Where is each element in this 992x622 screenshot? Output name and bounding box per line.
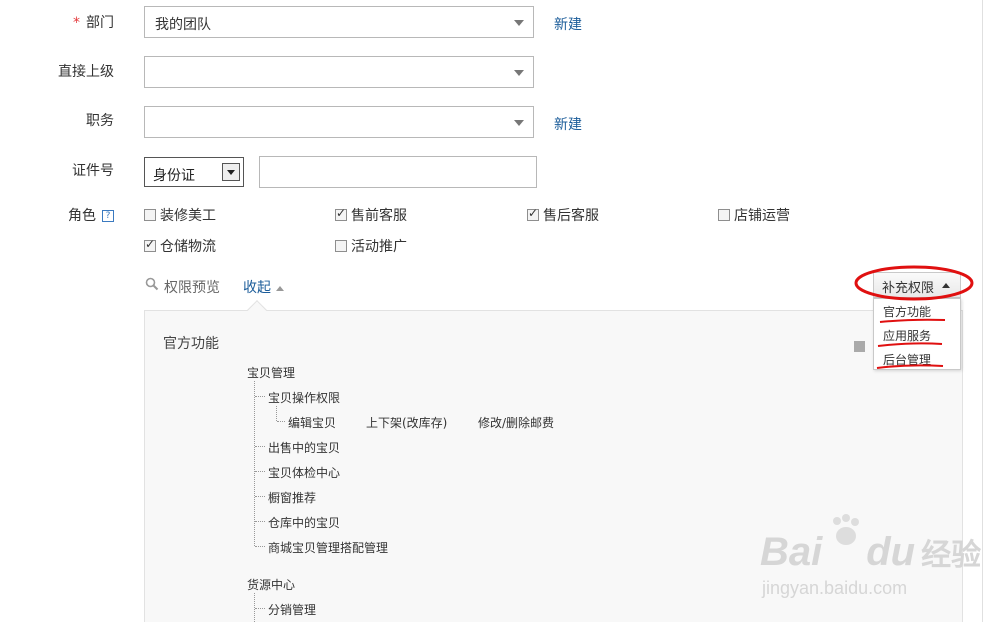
- chevron-down-icon: [514, 70, 524, 76]
- role-checkbox[interactable]: 店铺运营: [718, 205, 790, 225]
- position-select[interactable]: [144, 106, 534, 138]
- checkbox-checked-icon[interactable]: [335, 206, 347, 221]
- new-department-link[interactable]: 新建: [554, 14, 582, 34]
- position-label: 职务: [86, 113, 114, 129]
- tree-line: [255, 471, 265, 472]
- section-title: 官方功能: [163, 336, 219, 352]
- checkbox-checked-icon[interactable]: [144, 237, 156, 252]
- tree-line: [255, 446, 265, 447]
- role-checkbox[interactable]: 仓储物流: [144, 236, 216, 256]
- tree-line: [255, 521, 265, 522]
- collapse-link[interactable]: 收起: [243, 277, 284, 297]
- tree-item: 仓库中的宝贝: [268, 516, 341, 530]
- tree-line: [277, 421, 285, 422]
- role-checkbox[interactable]: 活动推广: [335, 236, 407, 256]
- superior-select[interactable]: [144, 56, 534, 88]
- help-icon[interactable]: ?: [102, 210, 114, 222]
- tree-line: [255, 496, 265, 497]
- tree-group: 货源中心: [247, 578, 296, 592]
- tree-item: 出售中的宝贝: [268, 441, 341, 455]
- tree-leaf: 上下架(改库存): [366, 416, 448, 430]
- id-type-value: 身份证: [153, 168, 195, 184]
- department-value: 我的团队: [155, 17, 211, 33]
- chevron-up-icon: [276, 285, 284, 291]
- department-select[interactable]: 我的团队: [144, 6, 534, 38]
- role-checkbox[interactable]: 售前客服: [335, 205, 407, 225]
- tree-line: [276, 406, 277, 421]
- tree-item: 宝贝体检中心: [268, 466, 341, 480]
- chevron-down-icon: [222, 163, 240, 181]
- tree-leaf: 修改/删除邮费: [478, 416, 555, 430]
- tree-leaf: 编辑宝贝: [288, 416, 337, 430]
- tree-line: [255, 608, 265, 609]
- role-label: 角色?: [24, 205, 114, 225]
- id-number-label: 证件号: [72, 163, 114, 179]
- tree-group: 宝贝管理: [247, 366, 296, 380]
- search-icon: [145, 277, 159, 291]
- department-label: * 部门: [73, 15, 114, 31]
- tree-item: 商城宝贝管理搭配管理: [268, 541, 389, 555]
- tree-line: [255, 546, 265, 547]
- checkbox-icon[interactable]: [718, 209, 730, 221]
- superior-label: 直接上级: [58, 64, 114, 80]
- page-divider: [982, 0, 983, 622]
- id-number-input[interactable]: [259, 156, 537, 188]
- tree-item: 橱窗推荐: [268, 491, 317, 505]
- checkbox-icon[interactable]: [335, 240, 347, 252]
- id-type-select[interactable]: 身份证: [144, 157, 244, 187]
- red-annotation: [854, 265, 974, 369]
- role-checkbox[interactable]: 装修美工: [144, 205, 216, 225]
- checkbox-checked-icon[interactable]: [527, 206, 539, 221]
- tree-item: 分销管理: [268, 603, 317, 617]
- permission-preview-label: 权限预览: [164, 280, 220, 296]
- new-position-link[interactable]: 新建: [554, 114, 582, 134]
- tree-item: 宝贝操作权限: [268, 391, 341, 405]
- chevron-down-icon: [514, 120, 524, 126]
- tree-line: [255, 396, 265, 397]
- role-checkbox[interactable]: 售后客服: [527, 205, 599, 225]
- chevron-down-icon: [514, 20, 524, 26]
- checkbox-icon[interactable]: [144, 209, 156, 221]
